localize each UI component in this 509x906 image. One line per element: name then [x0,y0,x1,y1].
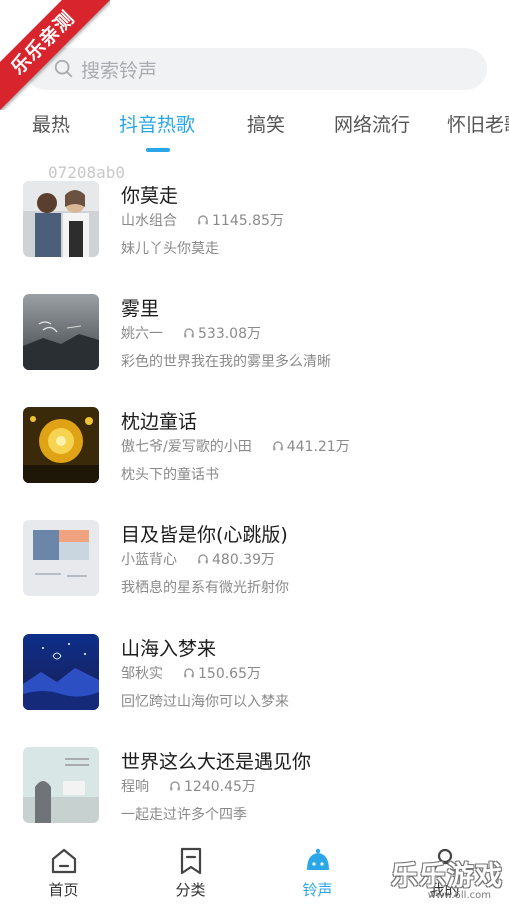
song-lyric: 我栖息的星系有微光折射你 [121,580,289,596]
play-count: 1240.45万 [184,779,256,795]
song-artist: 程响 [121,779,149,795]
song-artist: 傲七爷/爱写歌的小田 [121,439,252,455]
song-artist: 山水组合 [121,213,177,229]
tab-douyin[interactable]: 抖音热歌 [119,110,195,137]
tab-funny[interactable]: 搞笑 [247,110,285,137]
headphones-icon [184,668,194,678]
song-title: 目及皆是你(心跳版) [121,524,288,546]
song-artist: 小蓝背心 [121,552,177,568]
song-meta: 程响 1240.45万 [121,776,256,796]
watermark-ribbon: 乐乐亲测 [0,0,110,110]
song-title: 山海入梦来 [121,638,217,660]
song-lyric: 回忆跨过山海你可以入梦来 [121,694,289,710]
tab-hot[interactable]: 最热 [32,110,70,137]
site-watermark-url: www.6ll.com [427,890,491,901]
album-cover [23,181,99,257]
play-count: 150.65万 [198,666,261,682]
overlay-code-text: 07208ab0 [48,163,126,182]
nav-home[interactable]: 首页 [0,836,127,906]
nav-ringtone[interactable]: 铃声 [254,836,381,906]
song-lyric: 妹儿丫头你莫走 [121,241,219,257]
song-item[interactable]: 山海入梦来 邹秋实 150.65万 回忆跨过山海你可以入梦来 [0,634,509,744]
song-meta: 小蓝背心 480.39万 [121,549,275,569]
song-meta: 邹秋实 150.65万 [121,663,261,683]
headphones-icon [198,554,208,564]
song-item[interactable]: 枕边童话 傲七爷/爱写歌的小田 441.21万 枕头下的童话书 [0,407,509,517]
nav-home-label: 首页 [48,881,79,899]
song-title: 雾里 [121,298,160,320]
album-cover [23,294,99,370]
nav-category-label: 分类 [175,881,206,899]
album-cover [23,407,99,483]
tab-oldies[interactable]: 怀旧老歌 [447,110,509,137]
song-artist: 姚六一 [121,326,163,342]
site-watermark: 乐乐游戏 www.6ll.com [389,846,509,906]
watermark-ribbon-text: 乐乐亲测 [0,0,110,110]
play-count: 441.21万 [286,439,350,455]
song-lyric: 一起走过许多个四季 [121,807,247,823]
song-meta: 山水组合 1145.85万 [121,210,284,230]
album-cover [23,520,99,596]
headphones-icon [198,215,208,225]
song-item[interactable]: 你莫走 山水组合 1145.85万 妹儿丫头你莫走 [0,181,509,291]
song-title: 世界这么大还是遇见你 [121,751,312,773]
headphones-icon [184,328,194,338]
bell-icon [306,848,329,870]
headphones-icon [170,781,180,791]
song-title: 枕边童话 [121,411,198,433]
nav-ringtone-label: 铃声 [302,881,333,899]
song-meta: 姚六一 533.08万 [121,323,261,343]
category-tabs: 最热 抖音热歌 搞笑 网络流行 怀旧老歌 [0,110,509,154]
nav-category[interactable]: 分类 [127,836,254,906]
play-count: 533.08万 [198,326,261,342]
home-icon [51,848,76,874]
play-count: 1145.85万 [212,213,284,229]
headphones-icon [272,441,283,451]
song-meta: 傲七爷/爱写歌的小田 441.21万 [121,436,350,456]
bookmark-icon [180,847,201,875]
song-lyric: 枕头下的童话书 [121,467,219,483]
album-cover [23,747,99,823]
song-item[interactable]: 雾里 姚六一 533.08万 彩色的世界我在我的雾里多么清晰 [0,294,509,404]
site-watermark-text: 乐乐游戏 [391,861,503,892]
song-artist: 邹秋实 [121,666,163,682]
album-cover [23,634,99,710]
play-count: 480.39万 [212,552,275,568]
song-lyric: 彩色的世界我在我的雾里多么清晰 [121,354,331,370]
song-title: 你莫走 [121,185,179,207]
active-tab-indicator [146,148,170,152]
tab-internet[interactable]: 网络流行 [334,110,410,137]
song-item[interactable]: 目及皆是你(心跳版) 小蓝背心 480.39万 我栖息的星系有微光折射你 [0,520,509,630]
